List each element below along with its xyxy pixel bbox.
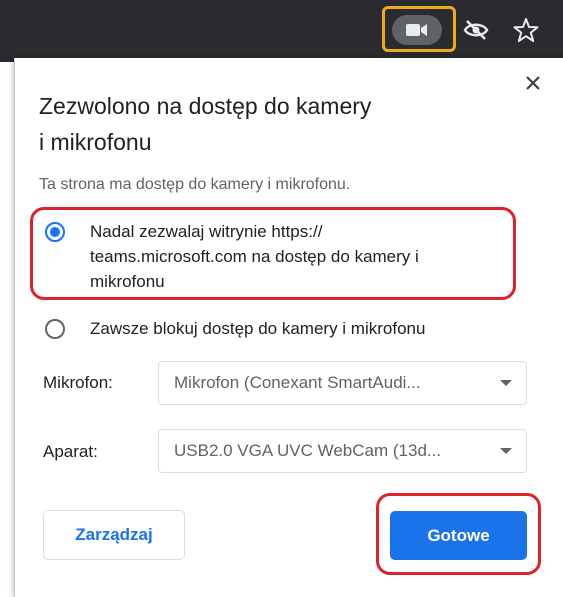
block-option-label: Zawsze blokuj dostęp do kamery i mikrofo…: [90, 319, 426, 338]
close-icon: [526, 76, 540, 90]
microphone-label: Mikrofon:: [43, 373, 113, 392]
chevron-down-icon: [500, 380, 512, 386]
dialog-title-line-1: Zezwolono na dostęp do kamery: [39, 93, 372, 119]
chevron-down-icon: [500, 448, 512, 454]
camera-select-value: USB2.0 VGA UVC WebCam (13d...: [174, 441, 442, 460]
dialog-title: Zezwolono na dostęp do kamery i mikrofon…: [39, 88, 459, 160]
permission-dialog: Zezwolono na dostęp do kamery i mikrofon…: [14, 58, 563, 597]
allow-option-highlight: [30, 207, 516, 300]
eye-off-icon[interactable]: [463, 18, 489, 42]
block-radio[interactable]: [45, 319, 65, 339]
manage-button[interactable]: Zarządzaj: [43, 510, 185, 560]
camera-icon: [406, 24, 427, 36]
block-option[interactable]: Zawsze blokuj dostęp do kamery i mikrofo…: [15, 317, 515, 345]
dialog-subtitle: Ta strona ma dostęp do kamery i mikrofon…: [39, 176, 351, 193]
dialog-title-line-2: i mikrofonu: [39, 129, 152, 155]
done-button-highlight: [376, 493, 541, 575]
camera-indicator-button[interactable]: [392, 15, 442, 45]
microphone-select-value: Mikrofon (Conexant SmartAudi...: [174, 373, 421, 392]
browser-toolbar: [0, 0, 563, 62]
star-icon[interactable]: [513, 17, 539, 43]
close-button[interactable]: [519, 69, 547, 97]
camera-select[interactable]: USB2.0 VGA UVC WebCam (13d...: [158, 429, 527, 473]
camera-label: Aparat:: [43, 442, 98, 461]
microphone-select[interactable]: Mikrofon (Conexant SmartAudi...: [158, 361, 527, 405]
